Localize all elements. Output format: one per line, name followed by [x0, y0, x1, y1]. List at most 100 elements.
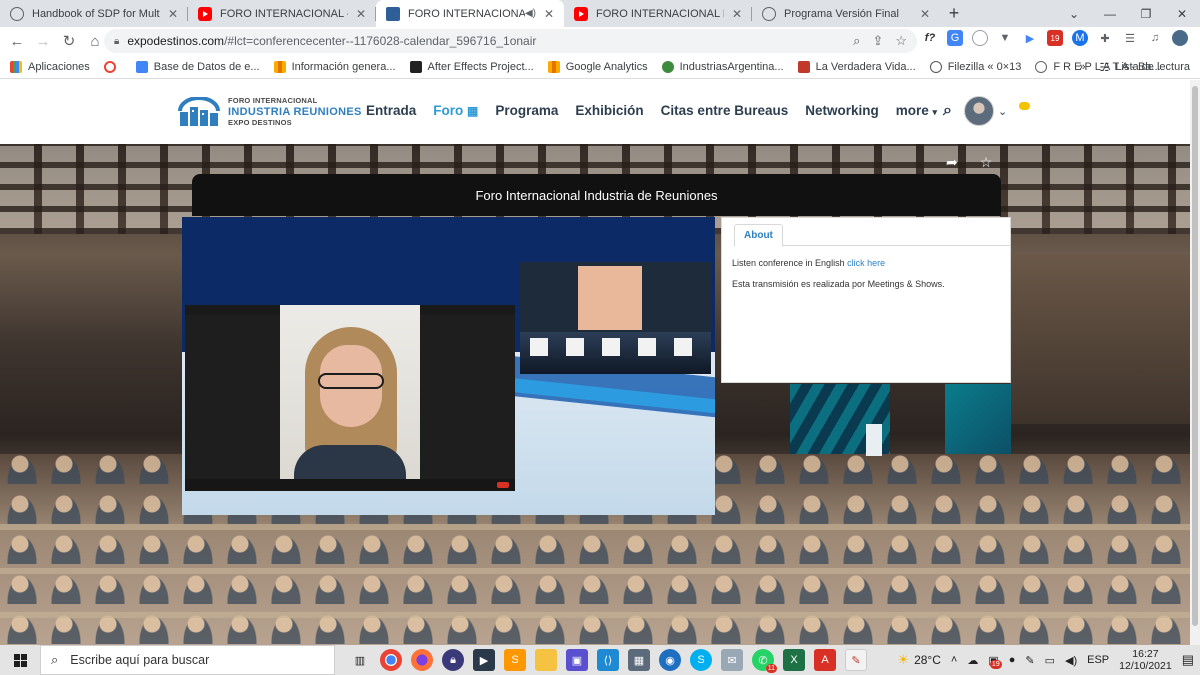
chrome-icon[interactable]: [380, 649, 402, 671]
lock-icon[interactable]: 🔒︎: [114, 36, 119, 47]
close-icon[interactable]: ✕: [730, 7, 744, 21]
share-arrow-icon[interactable]: ➦: [946, 154, 958, 171]
speaker-icon[interactable]: ◀): [525, 8, 536, 19]
play-ext-icon[interactable]: ▶: [1022, 30, 1038, 46]
close-window-icon[interactable]: ✕: [1164, 0, 1200, 27]
save-app-icon[interactable]: ▣: [566, 649, 588, 671]
notifications-icon[interactable]: ▤: [1182, 652, 1194, 668]
video-player[interactable]: [182, 217, 715, 515]
globe-icon: [661, 60, 674, 73]
volume-icon[interactable]: ◀): [1065, 654, 1077, 667]
language-indicator[interactable]: ESP: [1087, 654, 1109, 666]
close-icon[interactable]: ✕: [166, 7, 180, 21]
firefox-icon[interactable]: [411, 649, 433, 671]
notes-app-icon[interactable]: ✎: [845, 649, 867, 671]
bookmark-item[interactable]: Aplicaciones: [10, 60, 90, 73]
vpn-ext-icon[interactable]: ▼: [997, 30, 1013, 46]
teams-icon[interactable]: ▣19: [988, 654, 1002, 669]
close-icon[interactable]: ✕: [542, 7, 556, 21]
cloud-icon[interactable]: ☁: [967, 654, 978, 667]
bookmark-item[interactable]: Google Analytics: [547, 60, 648, 73]
taskbar-search[interactable]: ⌕ Escribe aquí para buscar: [40, 645, 335, 675]
network-icon[interactable]: ▭: [1045, 654, 1055, 667]
bookmark-label: Base de Datos de e...: [153, 60, 260, 73]
vscode-icon[interactable]: ⟨⟩: [597, 649, 619, 671]
restore-icon[interactable]: ❐: [1128, 0, 1164, 27]
forward-icon[interactable]: →: [30, 28, 56, 54]
page-scrollbar[interactable]: [1190, 80, 1200, 645]
bookmarks-more-button[interactable]: »: [1079, 61, 1085, 73]
pen-icon[interactable]: ✎: [1025, 654, 1034, 667]
browser-tab-active[interactable]: FORO INTERNACIONAL DE L ◀) ✕: [376, 0, 564, 27]
tab-about[interactable]: About: [734, 224, 783, 247]
bookmark-item[interactable]: Información genera...: [273, 60, 396, 73]
whatsapp-icon[interactable]: ✆ 11: [752, 649, 777, 673]
address-bar[interactable]: 🔒︎ expodestinos.com /#lct=conferencecent…: [104, 29, 917, 53]
chevron-up-icon[interactable]: ˄: [951, 654, 957, 666]
back-icon[interactable]: ←: [4, 28, 30, 54]
m-ext-icon[interactable]: M: [1072, 30, 1088, 46]
formula-ext-icon[interactable]: f?: [922, 30, 938, 46]
nav-more[interactable]: more ▾: [896, 103, 937, 118]
bookmark-item[interactable]: Filezilla « 0×13: [929, 60, 1021, 73]
browser-tab[interactable]: FORO INTERNACIONAL INDUSTRIA ✕: [564, 0, 752, 27]
nav-entrada[interactable]: Entrada: [366, 103, 416, 118]
chevron-down-icon[interactable]: ⌄: [998, 105, 1007, 118]
share-icon[interactable]: ⇪: [872, 33, 883, 49]
close-icon[interactable]: ✕: [354, 7, 368, 21]
extensions-puzzle-icon[interactable]: ✚: [1097, 30, 1113, 46]
user-avatar[interactable]: [963, 96, 994, 126]
circle-ext-icon[interactable]: [972, 30, 988, 46]
profile-avatar-icon[interactable]: [1172, 30, 1188, 46]
bookmark-item[interactable]: La Verdadera Vida...: [797, 60, 916, 73]
lock-app-icon[interactable]: 🔒︎: [442, 649, 464, 671]
chat-icon[interactable]: [1019, 102, 1031, 110]
github-icon[interactable]: ◉: [659, 649, 681, 671]
nav-foro[interactable]: Foro ▦: [433, 103, 478, 118]
windows-start-icon[interactable]: [0, 645, 40, 675]
bookmark-item[interactable]: After Effects Project...: [409, 60, 534, 73]
clock[interactable]: 16:27 12/10/2021: [1119, 648, 1172, 672]
browser-tab[interactable]: FORO INTERNACIONAL - Industria ✕: [188, 0, 376, 27]
excel-icon[interactable]: X: [783, 649, 805, 671]
task-view-icon[interactable]: ▥: [349, 649, 371, 671]
mic-icon[interactable]: ●: [1009, 654, 1016, 666]
skype-icon[interactable]: S: [690, 649, 712, 671]
english-click-here-link[interactable]: click here: [847, 258, 885, 268]
reading-list-button[interactable]: ☷ Lista de lectura: [1100, 61, 1190, 74]
nav-citas-bureaus[interactable]: Citas entre Bureaus: [661, 103, 789, 118]
bookmark-label: Información genera...: [291, 60, 396, 73]
minimize-icon[interactable]: —: [1092, 0, 1128, 27]
reading-list-icon[interactable]: ☰: [1122, 30, 1138, 46]
nav-networking[interactable]: Networking: [805, 103, 879, 118]
tab-search-icon[interactable]: ⌄: [1056, 0, 1092, 27]
nav-programa[interactable]: Programa: [495, 103, 558, 118]
acrobat-icon[interactable]: A: [814, 649, 836, 671]
bookmark-label: Aplicaciones: [28, 60, 90, 73]
scrollbar-thumb[interactable]: [1192, 86, 1198, 626]
browser-tab[interactable]: Handbook of SDP for Multimedia ✕: [0, 0, 188, 27]
terminal-app-icon[interactable]: ▶: [473, 649, 495, 671]
sublime-icon[interactable]: S: [504, 649, 526, 671]
mail-app-icon[interactable]: ✉: [721, 649, 743, 671]
bookmark-item[interactable]: Base de Datos de e...: [135, 60, 260, 73]
zoom-icon[interactable]: ⌕: [853, 33, 860, 49]
site-logo[interactable]: FORO INTERNACIONAL INDUSTRIA REUNIONES E…: [176, 96, 362, 128]
calendar-ext-icon[interactable]: 19: [1047, 30, 1063, 46]
favorite-star-icon[interactable]: ☆: [980, 154, 993, 171]
browser-tab[interactable]: Programa Versión Final ✕: [752, 0, 940, 27]
new-tab-button[interactable]: +: [940, 0, 968, 27]
bookmark-item[interactable]: [103, 60, 122, 73]
weather-widget[interactable]: ☀ 28°C: [897, 652, 940, 668]
nav-exhibicion[interactable]: Exhibición: [575, 103, 643, 118]
calculator-icon[interactable]: ▦: [628, 649, 650, 671]
search-icon[interactable]: ⌕: [943, 102, 952, 120]
folder-icon[interactable]: [535, 649, 557, 671]
close-icon[interactable]: ✕: [918, 7, 932, 21]
tab-title: FORO INTERNACIONAL INDUSTRIA: [596, 7, 724, 20]
bookmark-item[interactable]: IndustriasArgentina...: [661, 60, 784, 73]
bookmark-star-icon[interactable]: ☆: [895, 33, 907, 49]
reload-icon[interactable]: ↻: [56, 28, 82, 54]
translate-ext-icon[interactable]: G: [947, 30, 963, 46]
media-icon[interactable]: ♫: [1147, 30, 1163, 46]
